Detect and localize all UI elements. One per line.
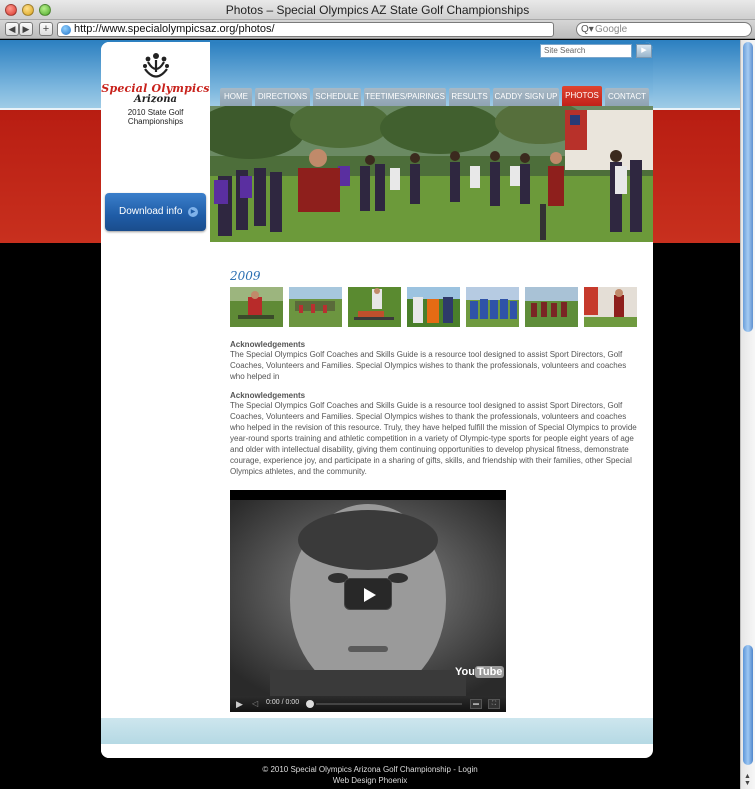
arrow-right-circle-icon: ▶ xyxy=(188,207,198,217)
photo-thumbnail-strip xyxy=(230,287,650,327)
back-button[interactable]: ◀ xyxy=(5,22,19,36)
footer-copyright[interactable]: © 2010 Special Olympics Arizona Golf Cha… xyxy=(0,764,740,775)
photo-thumbnail-5[interactable] xyxy=(466,287,519,327)
window-title: Photos – Special Olympics AZ State Golf … xyxy=(225,3,530,17)
page-viewport: Special Olympics Arizona 2010 State Golf… xyxy=(0,40,740,789)
championship-title: 2010 State Golf Championships xyxy=(127,108,184,126)
browser-toolbar: ◀ ▶ + http://www.specialolympicsaz.org/p… xyxy=(0,20,755,39)
youtube-logo-tube: Tube xyxy=(474,666,505,678)
footer-credit[interactable]: Web Design Phoenix xyxy=(0,775,740,786)
logo-region: Arizona xyxy=(134,94,177,105)
browser-search-field[interactable]: Q▾ Google xyxy=(576,22,752,37)
scroll-arrows-icon[interactable]: ▲ ▼ xyxy=(744,773,751,787)
nav-tab-contact[interactable]: CONTACT xyxy=(605,88,649,106)
scrollbar-thumb[interactable] xyxy=(743,645,753,765)
nav-tab-results[interactable]: RESULTS xyxy=(449,88,490,106)
fullscreen-icon[interactable]: ⛶ xyxy=(488,699,500,709)
sidebar: Special Olympics Arizona 2010 State Golf… xyxy=(101,42,210,758)
video-progress-track[interactable] xyxy=(316,703,462,705)
gallery-year-heading: 2009 xyxy=(230,269,261,283)
download-info-label: Download info xyxy=(119,206,183,217)
main-navigation: HOME DIRECTIONS SCHEDULE TEETIMES/PAIRIN… xyxy=(220,86,650,106)
search-icon: Q▾ xyxy=(581,24,594,35)
youtube-logo: You Tube xyxy=(455,666,505,678)
acknowledgements-heading-2: Acknowledgements xyxy=(230,391,306,400)
video-size-icon[interactable]: ▬ xyxy=(470,699,482,709)
forward-button[interactable]: ▶ xyxy=(19,22,33,36)
site-search-button[interactable]: ▶ xyxy=(636,44,652,58)
browser-search-placeholder: Google xyxy=(595,24,628,35)
special-olympics-logo-icon[interactable] xyxy=(141,50,171,84)
photo-thumbnail-7[interactable] xyxy=(584,287,637,327)
youtube-video-player[interactable]: You Tube ▶ ◁ 0:00 / 0:00 ▬ ⛶ xyxy=(230,490,506,712)
download-info-button[interactable]: Download info ▶ xyxy=(105,193,206,231)
url-text: http://www.specialolympicsaz.org/photos/ xyxy=(74,23,275,35)
youtube-logo-you: You xyxy=(455,666,475,678)
volume-icon[interactable]: ◁ xyxy=(252,699,258,708)
video-play-icon[interactable]: ▶ xyxy=(236,699,243,710)
address-bar[interactable]: http://www.specialolympicsaz.org/photos/… xyxy=(57,22,606,37)
photo-thumbnail-3[interactable] xyxy=(348,287,401,327)
page-scrollbar[interactable]: ▲ ▼ xyxy=(740,40,755,789)
add-bookmark-button[interactable]: + xyxy=(39,22,53,36)
photo-thumbnail-4[interactable] xyxy=(407,287,460,327)
nav-tab-schedule[interactable]: SCHEDULE xyxy=(313,88,361,106)
scrollbar-track-upper xyxy=(743,42,753,332)
container-footer-band xyxy=(101,718,653,744)
acknowledgements-heading-1: Acknowledgements xyxy=(230,340,306,349)
nav-tab-teetimes[interactable]: TEETIMES/PAIRINGS xyxy=(364,88,446,106)
page-container: Special Olympics Arizona 2010 State Golf… xyxy=(101,42,653,758)
acknowledgements-text-1: The Special Olympics Golf Coaches and Sk… xyxy=(230,350,627,381)
window-titlebar: Photos – Special Olympics AZ State Golf … xyxy=(0,0,755,20)
nav-tab-photos[interactable]: PHOTOS xyxy=(562,86,602,106)
photo-thumbnail-2[interactable] xyxy=(289,287,342,327)
globe-icon xyxy=(61,25,71,35)
site-search-input[interactable]: Site Search xyxy=(540,44,632,58)
photo-thumbnail-6[interactable] xyxy=(525,287,578,327)
video-scrubber-handle[interactable] xyxy=(306,700,314,708)
video-time: 0:00 / 0:00 xyxy=(266,699,300,706)
play-icon[interactable] xyxy=(344,578,392,610)
video-controls: ▶ ◁ 0:00 / 0:00 ▬ ⛶ xyxy=(230,696,506,712)
acknowledgements-text-2: The Special Olympics Golf Coaches and Sk… xyxy=(230,401,637,476)
photo-thumbnail-1[interactable] xyxy=(230,287,283,327)
page-footer: © 2010 Special Olympics Arizona Golf Cha… xyxy=(0,764,740,786)
nav-tab-directions[interactable]: DIRECTIONS xyxy=(255,88,310,106)
nav-tab-home[interactable]: HOME xyxy=(220,88,252,106)
hero-crowd-photo xyxy=(210,106,653,242)
nav-tab-caddy-signup[interactable]: CADDY SIGN UP xyxy=(493,88,559,106)
